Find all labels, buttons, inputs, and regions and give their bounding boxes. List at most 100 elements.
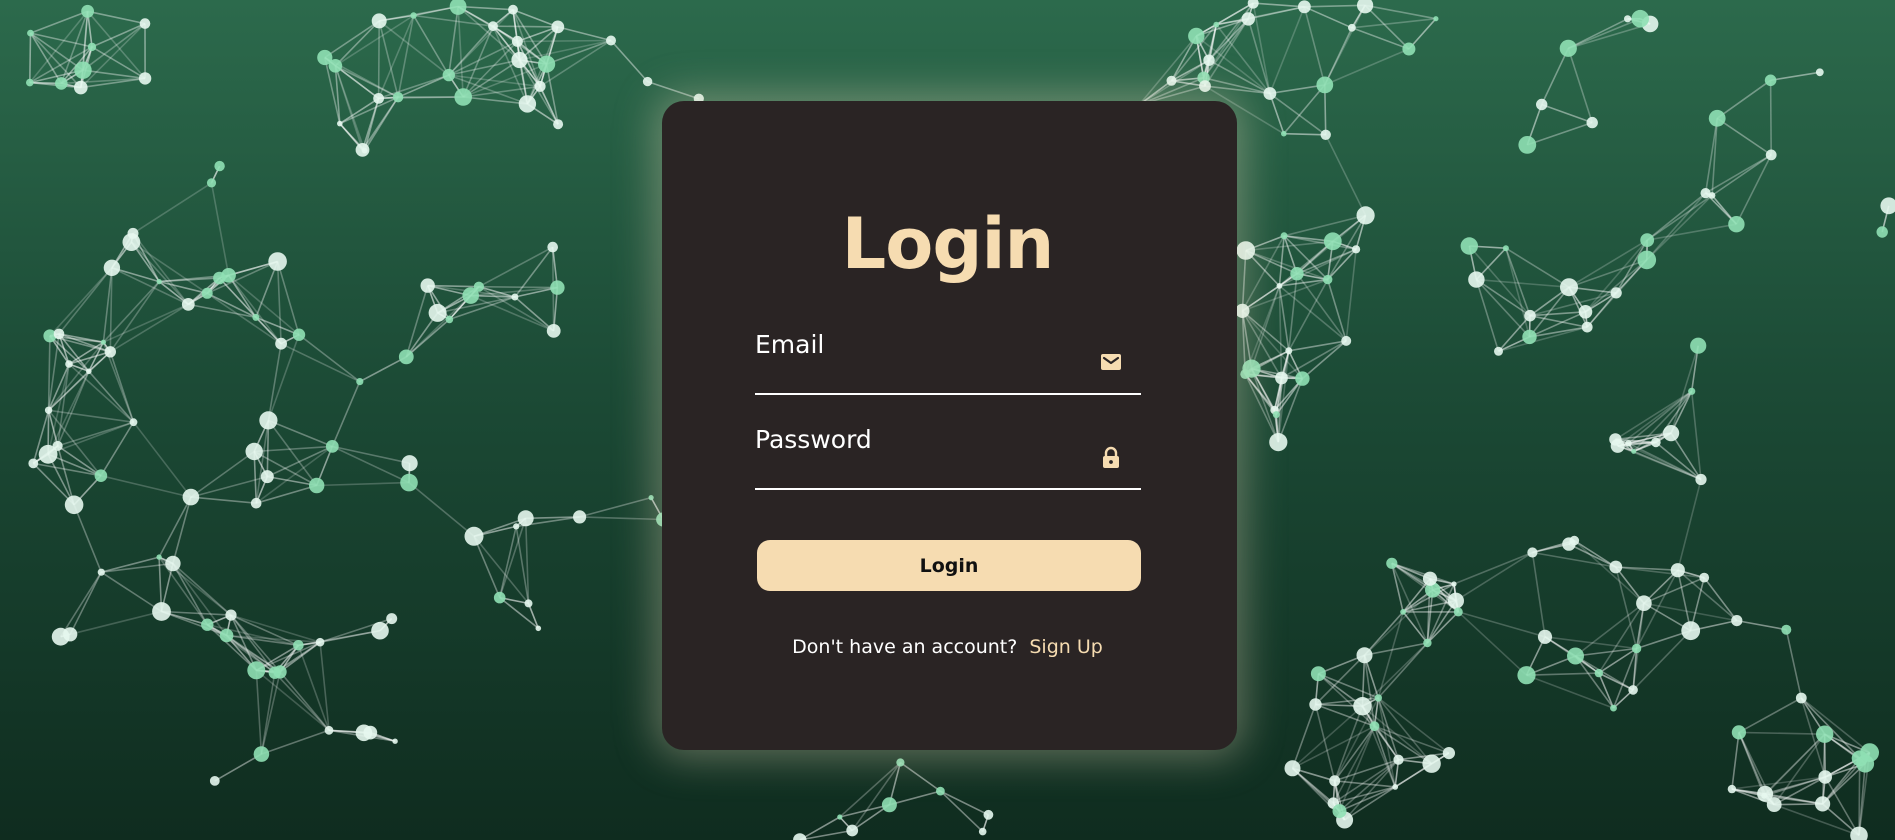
network-link	[1314, 673, 1320, 705]
network-link	[161, 610, 232, 616]
signup-link[interactable]: Sign Up	[1029, 636, 1102, 658]
network-link	[546, 39, 612, 65]
network-link	[1824, 733, 1866, 765]
network-link	[1639, 17, 1651, 25]
network-link	[1703, 577, 1738, 622]
email-input[interactable]	[755, 329, 1095, 391]
network-node	[1270, 405, 1279, 415]
network-node	[1517, 666, 1536, 685]
network-link	[1171, 80, 1206, 87]
network-node	[165, 555, 181, 572]
network-link	[899, 761, 941, 792]
network-link	[132, 421, 192, 498]
network-link	[1334, 725, 1376, 782]
network-link	[88, 341, 105, 372]
network-node	[182, 488, 200, 506]
network-node	[1761, 792, 1768, 799]
network-link	[1363, 654, 1380, 699]
network-link	[214, 753, 262, 782]
network-link	[1292, 725, 1375, 770]
network-link	[1303, 6, 1326, 86]
network-link	[1633, 432, 1672, 453]
network-link	[448, 295, 472, 320]
network-link	[1333, 780, 1341, 812]
network-link	[1633, 390, 1693, 452]
network-node	[1610, 438, 1625, 453]
network-node	[324, 725, 334, 735]
network-node	[1578, 305, 1593, 319]
network-link	[1568, 23, 1651, 50]
network-link	[1273, 409, 1280, 443]
network-link	[1475, 279, 1500, 352]
network-link	[255, 484, 317, 504]
network-link	[1244, 373, 1280, 443]
network-link	[80, 77, 146, 89]
network-link	[1208, 59, 1271, 95]
network-link	[260, 672, 276, 755]
network-link	[378, 74, 450, 100]
network-link	[47, 370, 90, 455]
network-link	[30, 32, 84, 71]
network-link	[334, 20, 380, 67]
network-node	[138, 72, 152, 85]
network-node	[793, 833, 807, 840]
network-node	[1518, 136, 1537, 154]
password-input[interactable]	[755, 424, 1095, 486]
network-link	[1333, 705, 1364, 782]
network-link	[839, 804, 890, 818]
network-node	[1559, 39, 1577, 57]
network-link	[1529, 286, 1570, 317]
network-link	[413, 14, 494, 27]
network-link	[1800, 697, 1826, 778]
network-link	[1361, 705, 1433, 765]
network-link	[1275, 377, 1283, 415]
network-link	[68, 363, 90, 373]
network-link	[524, 518, 530, 604]
network-link	[1244, 373, 1277, 416]
network-link	[253, 450, 318, 487]
network-link	[172, 562, 232, 616]
network-link	[1764, 795, 1823, 805]
network-node	[1332, 804, 1347, 819]
network-link	[86, 10, 146, 79]
network-link	[1764, 733, 1826, 795]
network-node	[392, 738, 398, 744]
network-link	[1241, 310, 1303, 380]
network-node	[553, 119, 564, 130]
network-node	[983, 809, 994, 820]
network-node	[104, 346, 117, 358]
network-link	[47, 409, 102, 477]
network-link	[1573, 539, 1617, 568]
network-node	[206, 178, 217, 188]
network-link	[1532, 551, 1616, 568]
network-link	[1455, 600, 1460, 613]
network-node	[648, 495, 654, 501]
network-link	[397, 15, 415, 98]
network-link	[448, 74, 464, 98]
network-link	[206, 292, 257, 319]
network-link	[29, 81, 81, 89]
network-node	[1815, 796, 1831, 812]
network-node	[317, 49, 333, 66]
network-node	[371, 13, 387, 29]
network-link	[1215, 24, 1271, 94]
network-link	[29, 46, 93, 84]
network-node	[1327, 797, 1340, 809]
network-link	[331, 445, 410, 484]
network-link	[517, 39, 612, 43]
network-link	[1824, 776, 1860, 836]
network-link	[334, 65, 366, 151]
network-node	[94, 469, 108, 483]
network-node	[129, 418, 138, 427]
network-node	[325, 440, 339, 453]
login-button[interactable]: Login	[757, 540, 1141, 591]
network-link	[470, 294, 555, 332]
network-link	[1250, 368, 1278, 415]
network-node	[1850, 826, 1868, 840]
network-link	[448, 25, 494, 76]
network-node	[386, 613, 398, 625]
network-link	[1245, 373, 1282, 379]
network-link	[32, 445, 59, 465]
network-node	[1628, 685, 1638, 695]
network-link	[1568, 286, 1617, 294]
